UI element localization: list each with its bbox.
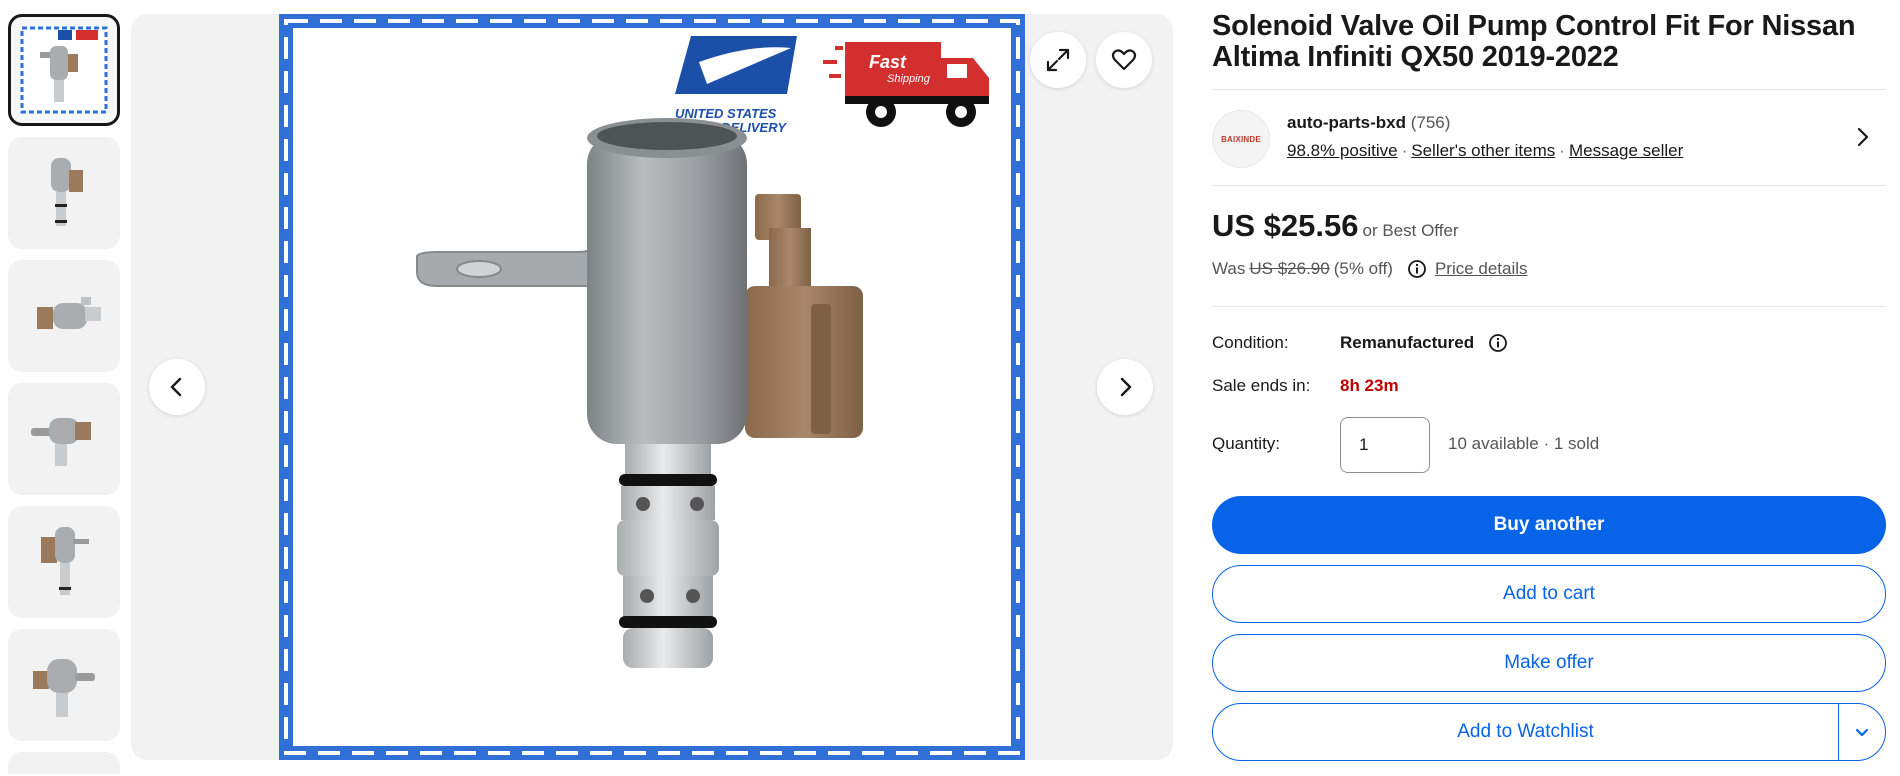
divider	[1212, 306, 1886, 307]
watchlist-button-group: Add to Watchlist	[1212, 703, 1886, 761]
thumbnail-1[interactable]	[8, 14, 120, 126]
image-viewer: UNITED STATES 2-7 DAY DELIVERY Fast Ship…	[131, 14, 1173, 760]
seller-positive-link[interactable]: 98.8% positive	[1287, 141, 1398, 160]
chevron-down-icon	[1855, 728, 1869, 737]
make-offer-button[interactable]: Make offer	[1212, 634, 1886, 692]
thumbnail-2-image	[51, 158, 83, 226]
availability-text: 10 available · 1 sold	[1448, 434, 1600, 453]
thumbnail-6-image	[33, 659, 95, 717]
condition-label: Condition:	[1212, 333, 1289, 352]
thumbnail-5-image	[41, 527, 89, 595]
shipping-label: Shipping	[887, 73, 931, 85]
thumbnail-7-partial[interactable]	[8, 752, 120, 774]
quantity-input[interactable]	[1340, 417, 1430, 473]
quantity-label: Quantity:	[1212, 434, 1281, 453]
usps-line-1: UNITED STATES	[675, 106, 777, 121]
best-offer-text: or Best Offer	[1362, 221, 1459, 240]
thumbnail-3-image	[37, 297, 101, 329]
seller-expand-button[interactable]	[1853, 126, 1871, 153]
chevron-right-icon	[1120, 377, 1132, 397]
was-price-row: Was US $26.90 (5% off) Price details	[1212, 259, 1528, 279]
condition-info-icon[interactable]	[1488, 333, 1508, 358]
expand-button[interactable]	[1030, 32, 1086, 88]
sale-ends-label: Sale ends in:	[1212, 376, 1311, 395]
seller-name[interactable]: auto-parts-bxd	[1287, 113, 1406, 132]
seller-feedback-count: (756)	[1410, 113, 1451, 132]
chevron-right-icon	[1857, 127, 1869, 147]
thumbnail-4[interactable]	[8, 383, 120, 495]
discount-text: (5% off)	[1333, 259, 1393, 278]
thumbnail-2[interactable]	[8, 137, 120, 249]
fast-label: Fast	[869, 52, 907, 72]
thumbnail-3[interactable]	[8, 260, 120, 372]
thumbnail-5[interactable]	[8, 506, 120, 618]
seller-logo[interactable]: BAIXINDE	[1212, 110, 1270, 168]
buy-another-button[interactable]: Buy another	[1212, 496, 1886, 554]
thumbnail-1-image	[20, 26, 108, 114]
price-details-link[interactable]: Price details	[1435, 259, 1528, 279]
chevron-left-icon	[170, 377, 182, 397]
was-price: US $26.90	[1249, 259, 1330, 278]
info-icon[interactable]	[1407, 259, 1427, 279]
price-row: US $25.56 or Best Offer	[1212, 208, 1459, 244]
divider	[1212, 89, 1886, 90]
previous-image-button[interactable]	[149, 359, 205, 415]
divider	[1212, 185, 1886, 186]
seller-links: 98.8% positive · Seller's other items · Mess…	[1287, 141, 1684, 160]
next-image-button[interactable]	[1097, 359, 1153, 415]
seller-info: auto-parts-bxd (756)	[1287, 113, 1450, 133]
current-price: US $25.56	[1212, 208, 1359, 243]
add-to-cart-button[interactable]: Add to cart	[1212, 565, 1886, 623]
was-label: Was	[1212, 259, 1246, 278]
thumbnail-6[interactable]	[8, 629, 120, 741]
sale-ends-value: 8h 23m	[1340, 376, 1399, 395]
product-main-image[interactable]: UNITED STATES 2-7 DAY DELIVERY Fast Ship…	[279, 14, 1025, 760]
thumbnail-4-image	[31, 418, 91, 466]
expand-icon	[1046, 48, 1070, 72]
add-to-watchlist-button[interactable]: Add to Watchlist	[1213, 704, 1838, 760]
listing-title: Solenoid Valve Oil Pump Control Fit For …	[1212, 10, 1856, 73]
message-seller-link[interactable]: Message seller	[1569, 141, 1683, 160]
seller-other-items-link[interactable]: Seller's other items	[1411, 141, 1555, 160]
heart-icon	[1111, 49, 1137, 71]
watch-heart-button[interactable]	[1096, 32, 1152, 88]
condition-value: Remanufactured	[1340, 333, 1475, 352]
watchlist-dropdown-button[interactable]	[1838, 704, 1885, 760]
thumbnail-strip	[8, 14, 122, 774]
